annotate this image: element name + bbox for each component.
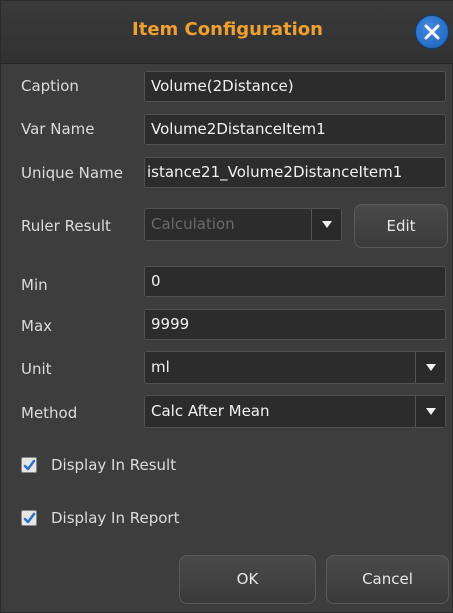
unit-label: Unit xyxy=(21,360,52,378)
unit-select[interactable]: ml xyxy=(144,351,446,384)
method-value: Calc After Mean xyxy=(151,402,270,420)
close-button[interactable] xyxy=(415,15,449,49)
unique-name-label: Unique Name xyxy=(21,164,123,182)
max-label: Max xyxy=(21,317,53,335)
unit-value: ml xyxy=(151,358,170,376)
display-in-report-checkbox[interactable] xyxy=(21,510,37,526)
chevron-down-icon xyxy=(322,221,332,228)
chevron-down-icon xyxy=(426,364,436,371)
ruler-result-label: Ruler Result xyxy=(21,217,111,235)
caption-label: Caption xyxy=(21,77,79,95)
var-name-input[interactable]: Volume2DistanceItem1 xyxy=(144,114,446,145)
title-bar: Item Configuration xyxy=(1,1,453,64)
var-name-label: Var Name xyxy=(21,120,95,138)
min-input[interactable]: 0 xyxy=(144,266,446,297)
display-in-report-row[interactable]: Display In Report xyxy=(21,507,179,529)
checkmark-icon xyxy=(23,512,36,524)
display-in-result-checkbox[interactable] xyxy=(21,457,37,473)
cancel-button[interactable]: Cancel xyxy=(326,555,449,604)
ruler-result-value: Calculation xyxy=(151,215,235,233)
ruler-result-select[interactable]: Calculation xyxy=(144,208,342,241)
dialog-title: Item Configuration xyxy=(132,19,323,40)
unit-dropdown-button[interactable] xyxy=(415,352,445,383)
item-configuration-dialog: Item Configuration Caption Volume(2Dista… xyxy=(0,0,453,613)
display-in-result-row[interactable]: Display In Result xyxy=(21,454,176,476)
method-dropdown-button[interactable] xyxy=(415,396,445,427)
min-label: Min xyxy=(21,276,48,294)
ruler-result-dropdown-button[interactable] xyxy=(311,209,341,240)
chevron-down-icon xyxy=(426,408,436,415)
ok-button[interactable]: OK xyxy=(179,555,316,604)
unique-name-input[interactable]: istance21_Volume2DistanceItem1 xyxy=(144,157,446,188)
method-label: Method xyxy=(21,404,78,422)
checkmark-icon xyxy=(23,459,36,471)
caption-input[interactable]: Volume(2Distance) xyxy=(144,71,446,102)
close-icon xyxy=(424,24,440,40)
method-select[interactable]: Calc After Mean xyxy=(144,395,446,428)
max-input[interactable]: 9999 xyxy=(144,309,446,340)
display-in-report-label: Display In Report xyxy=(51,509,180,527)
edit-button[interactable]: Edit xyxy=(354,204,448,248)
display-in-result-label: Display In Result xyxy=(51,456,177,474)
